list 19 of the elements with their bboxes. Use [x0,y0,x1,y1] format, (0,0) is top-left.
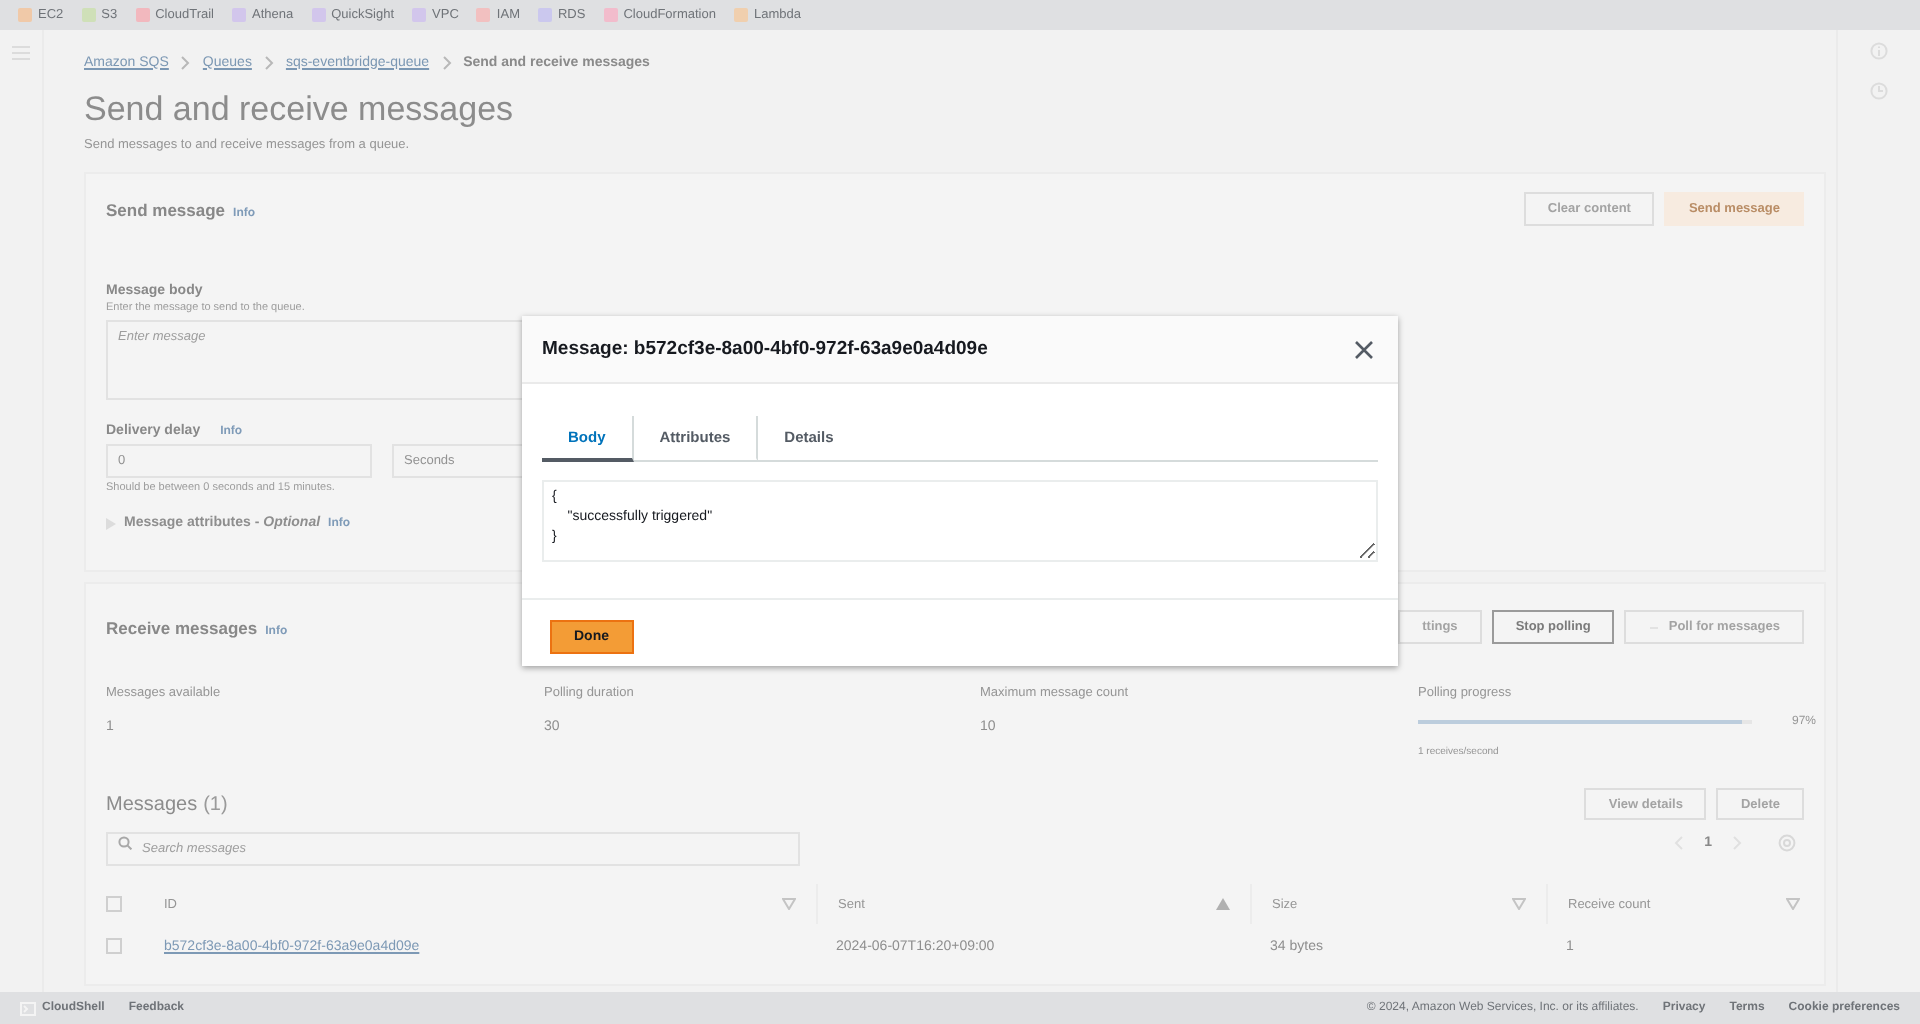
chevron-right-icon [263,55,274,69]
close-icon [1352,337,1376,361]
sort-down-icon[interactable] [1512,898,1526,910]
select-all-checkbox[interactable] [106,896,122,912]
close-button[interactable] [1352,337,1376,361]
panel-title: Send message [106,199,226,219]
sort-up-icon[interactable] [1216,898,1230,910]
page-title: Send and receive messages [84,90,516,130]
row-checkbox[interactable] [106,938,122,954]
sort-down-icon[interactable] [1786,898,1800,910]
chevron-right-icon [180,55,191,69]
panel-title: Receive messages [106,617,258,637]
settings-icon[interactable] [1778,834,1796,852]
chevron-right-icon [441,55,452,69]
section-title: Messages [106,793,198,815]
search-icon [118,836,132,850]
message-count: (1) [203,793,228,815]
expand-icon[interactable] [106,517,116,529]
sort-down-icon[interactable] [782,898,796,910]
